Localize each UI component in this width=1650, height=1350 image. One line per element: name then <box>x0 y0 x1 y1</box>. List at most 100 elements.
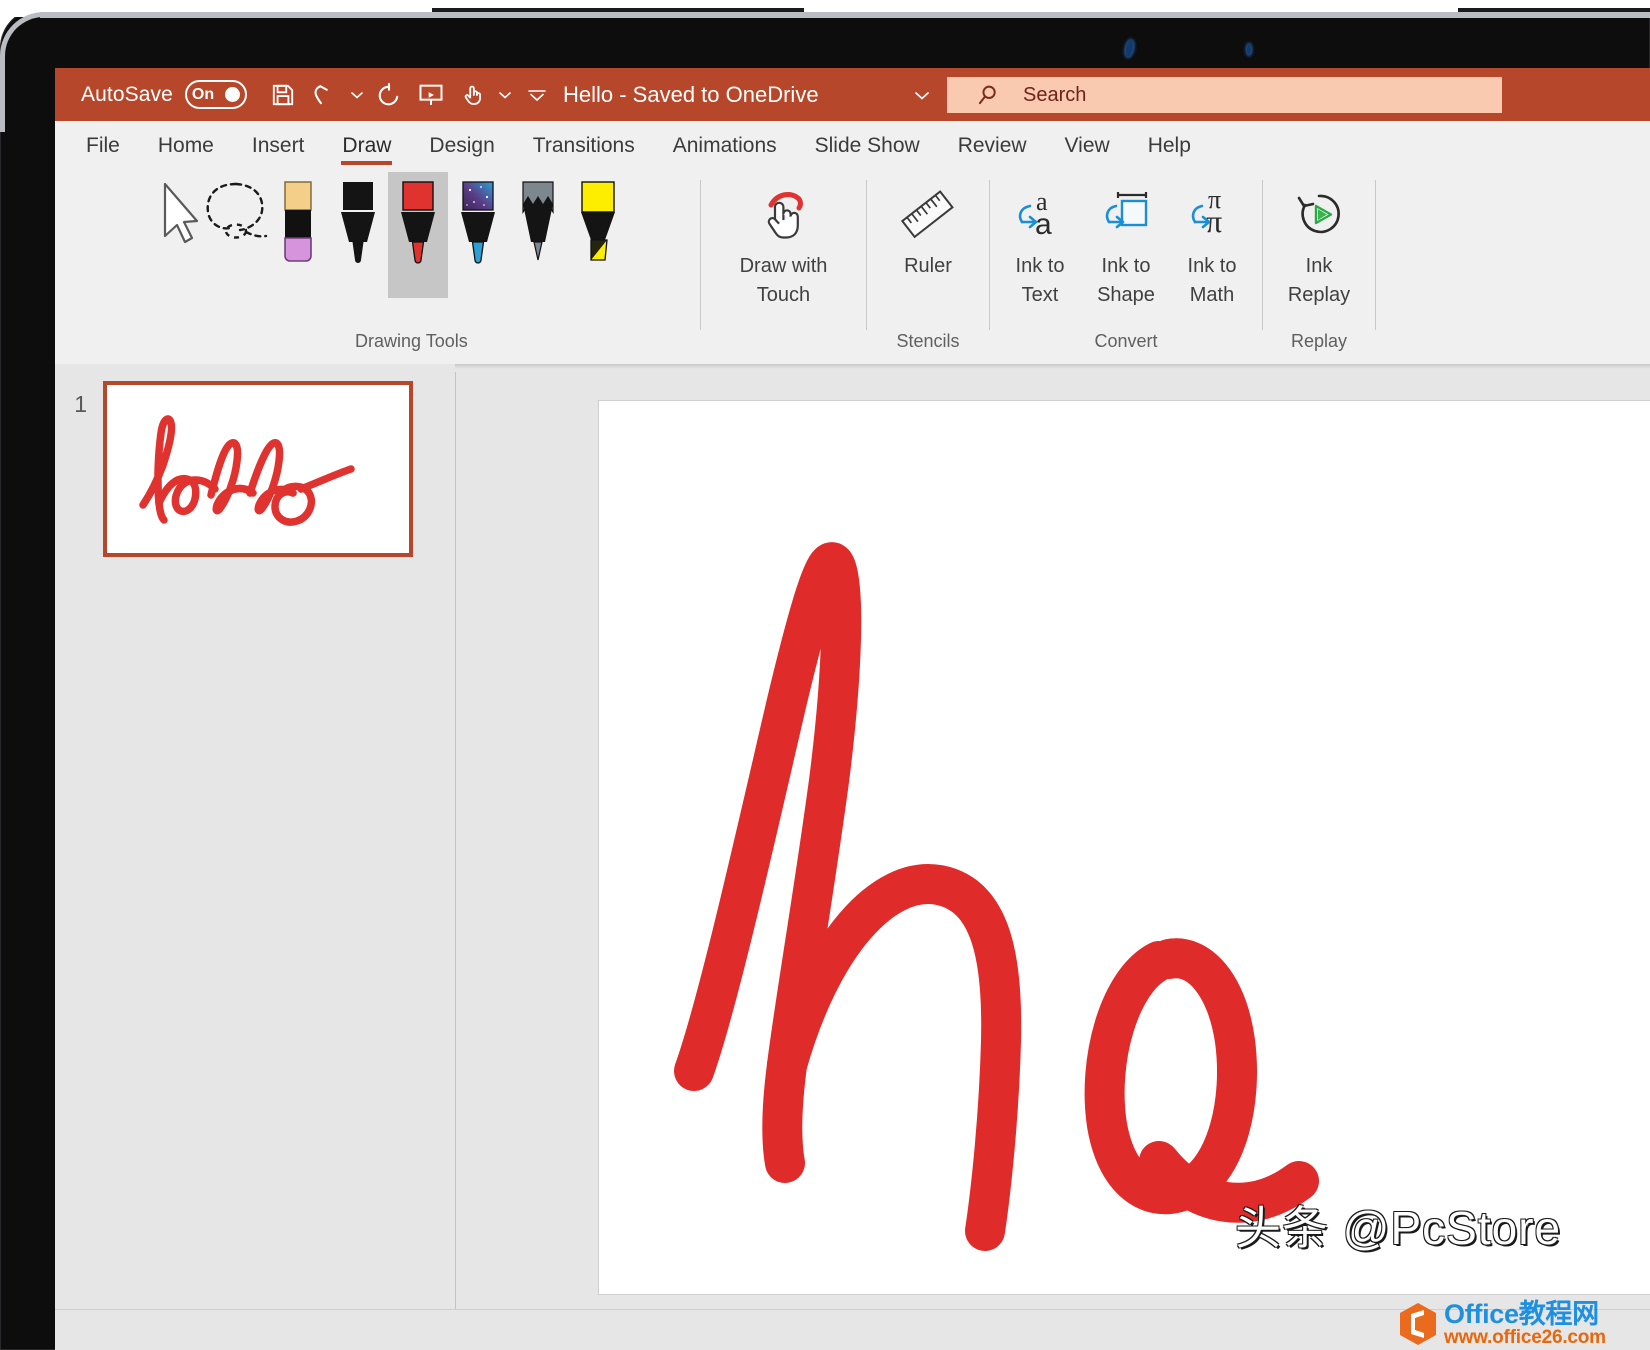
undo-icon[interactable] <box>305 75 345 115</box>
ink-to-math-button[interactable]: π π Ink to Math <box>1169 172 1255 322</box>
tab-transitions[interactable]: Transitions <box>514 126 654 166</box>
tab-file[interactable]: File <box>67 126 139 166</box>
tab-animations[interactable]: Animations <box>654 126 796 166</box>
slide-number: 1 <box>74 391 87 417</box>
pencil-gray-icon <box>514 178 562 278</box>
highlighter-yellow-tool[interactable] <box>568 172 628 298</box>
slide-thumbnail[interactable] <box>103 381 413 557</box>
search-box[interactable]: Search <box>947 77 1502 113</box>
autosave-label: AutoSave <box>81 82 173 106</box>
label-line1: Ink to <box>1015 255 1065 277</box>
tab-label: Transitions <box>532 134 635 157</box>
ribbon-group-label: Replay <box>1290 331 1348 351</box>
camera-led-icon <box>1247 44 1251 55</box>
label-line1: Ruler <box>904 255 952 277</box>
autosave-control[interactable]: AutoSave On <box>81 80 247 109</box>
ribbon-group-stencils: Ruler Stencils <box>867 166 989 364</box>
lasso-select-tool[interactable] <box>206 172 268 298</box>
camera-sensor-icon <box>1124 39 1135 58</box>
cursor-icon <box>154 178 202 278</box>
ink-to-shape-icon <box>1094 182 1158 248</box>
ribbon-group-replay: Ink Replay Replay <box>1263 166 1375 364</box>
label-line1: Ink to <box>1187 255 1237 277</box>
touch-draw-icon <box>751 182 817 248</box>
tab-design[interactable]: Design <box>410 126 513 166</box>
tab-label: View <box>1064 134 1110 157</box>
ink-replay-label: Ink Replay <box>1288 252 1350 310</box>
ribbon-group-drawing-tools: Drawing Tools <box>55 166 700 376</box>
ink-to-text-icon: a a <box>1008 182 1072 248</box>
touch-dropdown-caret-icon[interactable] <box>495 75 515 115</box>
tab-label: Review <box>957 134 1027 157</box>
office-logo-icon <box>1398 1302 1438 1346</box>
lasso-icon <box>197 178 279 278</box>
label-line2: Replay <box>1287 284 1351 306</box>
ink-to-math-icon: π π <box>1180 182 1244 248</box>
save-icon[interactable] <box>263 75 303 115</box>
eraser-tool[interactable] <box>268 172 328 298</box>
draw-with-touch-button[interactable]: Draw with Touch <box>725 172 843 322</box>
search-icon <box>975 82 1001 108</box>
touch-mode-icon[interactable] <box>453 75 493 115</box>
ink-to-text-button[interactable]: a a Ink to Text <box>997 172 1083 322</box>
pencil-gray-tool[interactable] <box>508 172 568 298</box>
redo-icon[interactable] <box>369 75 409 115</box>
tab-view[interactable]: View <box>1046 126 1129 166</box>
tab-review[interactable]: Review <box>939 126 1046 166</box>
watermark-headline: 头条 @PcStore <box>1235 1202 1562 1254</box>
slide-thumbnail-pane[interactable]: 1 <box>55 364 455 1350</box>
title-dropdown-caret-icon[interactable] <box>913 68 931 121</box>
label-line1: Ink <box>1305 255 1333 277</box>
tab-draw[interactable]: Draw <box>323 126 410 166</box>
watermark-badge: Office教程网 www.office26.com <box>1398 1300 1606 1348</box>
undo-dropdown-caret-icon[interactable] <box>347 75 367 115</box>
label-line2: Text <box>1021 284 1059 306</box>
ribbon-group-divider <box>1375 180 1376 330</box>
ribbon-tab-strip: File Home Insert Draw Design Transitions… <box>55 121 1650 166</box>
customize-qat-caret-icon[interactable] <box>517 75 557 115</box>
tab-label: Animations <box>672 134 777 157</box>
pen-black-tool[interactable] <box>328 172 388 298</box>
slide-canvas[interactable] <box>598 400 1650 1295</box>
ink-replay-icon <box>1287 182 1351 248</box>
ribbon-group-label: Stencils <box>896 331 960 351</box>
ribbon: Drawing Tools Draw with Touch Ruler Sten… <box>55 166 1650 376</box>
title-bar: AutoSave On Hello - Saved to OneDrive Se… <box>55 68 1650 121</box>
tab-label: Home <box>157 134 214 157</box>
ruler-button[interactable]: Ruler <box>885 172 971 322</box>
ink-to-math-label: Ink to Math <box>1188 252 1237 310</box>
autosave-toggle[interactable]: On <box>184 80 247 109</box>
label-line1: Ink to <box>1101 255 1151 277</box>
slide-thumbnail-item[interactable]: 1 <box>55 381 455 557</box>
bezel-rounded-edge <box>0 12 60 132</box>
ink-to-shape-label: Ink to Shape <box>1097 252 1155 310</box>
label-line2: Touch <box>756 284 811 306</box>
ribbon-group-label: Convert <box>1094 331 1158 351</box>
bezel-top-edge <box>40 12 1650 18</box>
watermark-site-name: Office教程网 <box>1444 1299 1599 1329</box>
tab-label: Help <box>1147 134 1191 157</box>
document-title: Hello - Saved to OneDrive <box>563 81 819 107</box>
tab-label: Design <box>429 134 495 157</box>
search-placeholder: Search <box>1023 83 1087 106</box>
watermark-site-url: www.office26.com <box>1444 1327 1606 1349</box>
tab-help[interactable]: Help <box>1129 126 1210 166</box>
tab-insert[interactable]: Insert <box>233 126 324 166</box>
pen-galaxy-icon <box>454 178 502 278</box>
tab-label: File <box>86 134 120 157</box>
ribbon-group-convert: a a Ink to Text Ink to Shape π π Ink to … <box>990 166 1262 364</box>
tab-label: Insert <box>251 134 305 157</box>
tab-home[interactable]: Home <box>139 126 233 166</box>
svg-text:a: a <box>1035 208 1052 241</box>
ink-to-shape-button[interactable]: Ink to Shape <box>1083 172 1169 322</box>
highlighter-yellow-icon <box>574 178 622 278</box>
tab-slide-show[interactable]: Slide Show <box>796 126 939 166</box>
start-presentation-icon[interactable] <box>411 75 451 115</box>
pen-red-tool[interactable] <box>367 172 448 376</box>
powerpoint-window: AutoSave On Hello - Saved to OneDrive Se… <box>55 68 1650 1350</box>
ruler-icon <box>896 182 960 248</box>
ink-replay-button[interactable]: Ink Replay <box>1276 172 1362 322</box>
quick-access-toolbar <box>263 75 557 115</box>
tab-label: Draw <box>342 134 392 157</box>
pen-galaxy-tool[interactable] <box>448 172 508 298</box>
